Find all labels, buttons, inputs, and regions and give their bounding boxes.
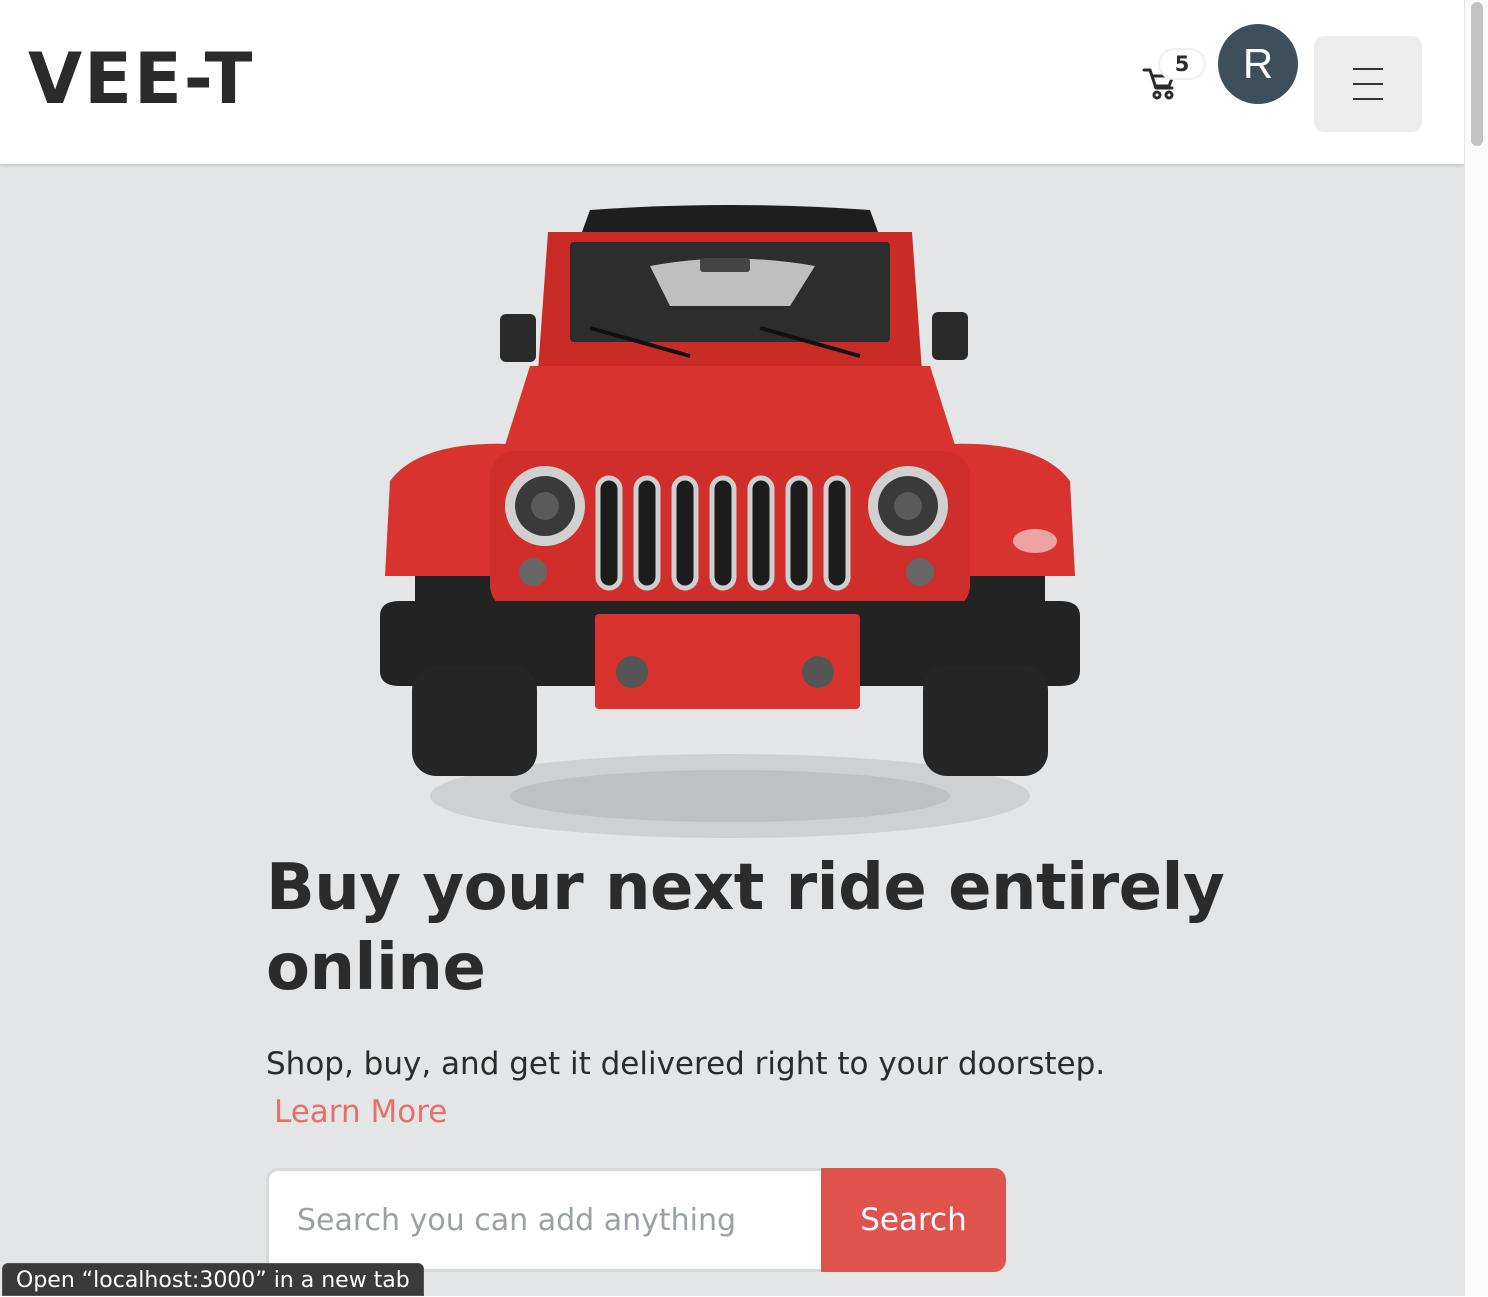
user-avatar[interactable]: R xyxy=(1218,24,1298,104)
cart-count-badge: 5 xyxy=(1158,48,1206,80)
hero-headline: Buy your next ride entirely online xyxy=(266,851,1225,1005)
vertical-scrollbar[interactable] xyxy=(1464,0,1488,1296)
page-viewport: VEE-T 5 R Buy your next ride entirely on… xyxy=(0,0,1464,1296)
scrollbar-thumb[interactable] xyxy=(1471,2,1483,146)
menu-icon-bar-bottom xyxy=(1353,98,1383,100)
menu-icon-bar-top xyxy=(1353,68,1383,70)
search-input[interactable] xyxy=(266,1168,826,1272)
hero-subtext: Shop, buy, and get it delivered right to… xyxy=(266,1040,1206,1136)
learn-more-link[interactable]: Learn More xyxy=(274,1094,447,1130)
hero-jeep-image xyxy=(380,205,1080,838)
menu-icon-bar-middle xyxy=(1353,83,1383,85)
search-button[interactable]: Search xyxy=(821,1168,1006,1272)
hamburger-menu-button[interactable] xyxy=(1314,36,1422,132)
site-header: VEE-T 5 R xyxy=(0,0,1464,164)
search-bar: Search xyxy=(266,1168,1006,1272)
hero-subtext-body: Shop, buy, and get it delivered right to… xyxy=(266,1046,1106,1082)
browser-status-tooltip: Open “localhost:3000” in a new tab xyxy=(2,1263,424,1296)
brand-logo[interactable]: VEE-T xyxy=(28,36,254,122)
